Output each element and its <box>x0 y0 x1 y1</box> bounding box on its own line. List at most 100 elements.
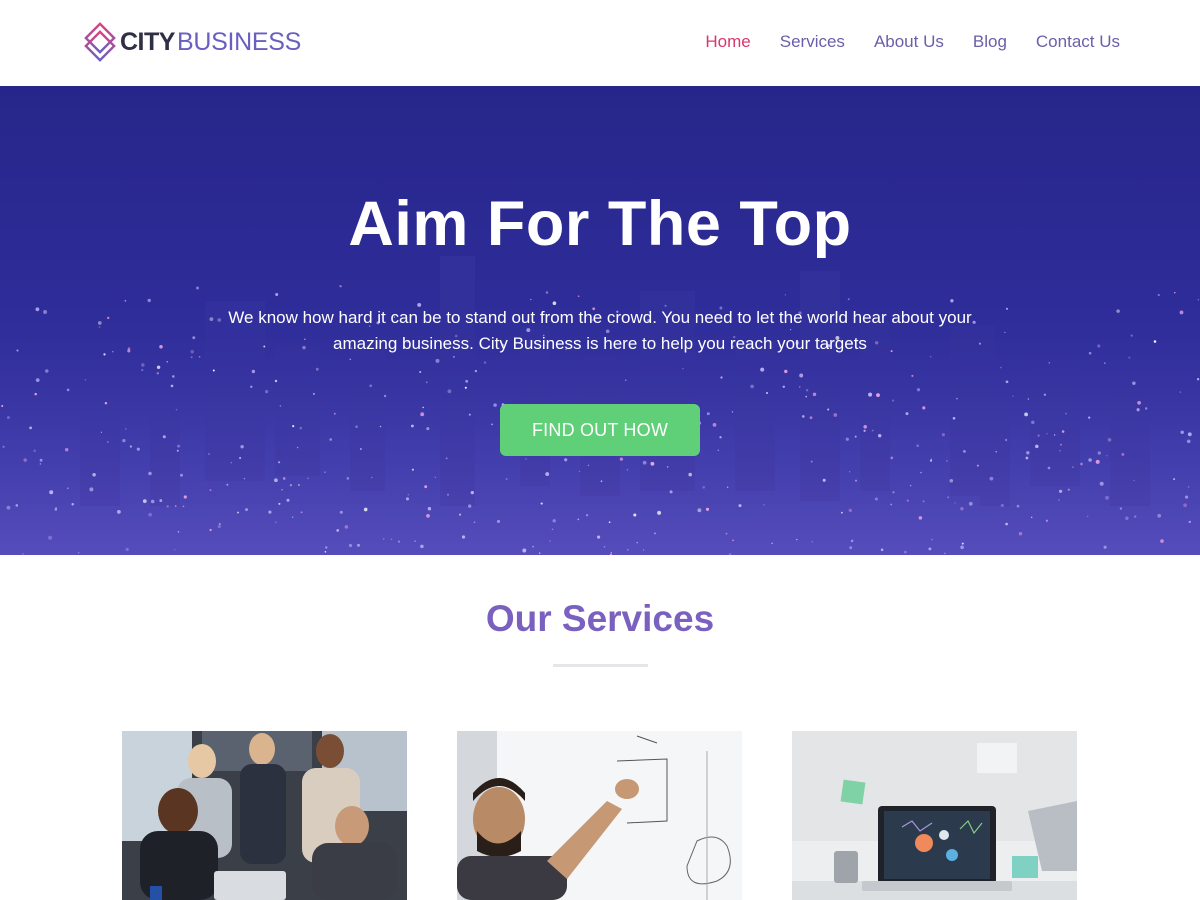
city-light <box>848 471 851 473</box>
city-light <box>447 389 452 394</box>
city-light <box>183 495 187 499</box>
city-light <box>1186 439 1191 444</box>
city-light <box>274 379 278 383</box>
city-light <box>474 369 478 373</box>
city-light <box>890 456 894 460</box>
city-light <box>688 472 693 477</box>
city-light <box>16 349 19 352</box>
city-light <box>827 408 830 411</box>
city-light <box>424 485 428 489</box>
city-light <box>1107 437 1112 442</box>
city-light <box>833 413 838 417</box>
city-light <box>150 499 155 504</box>
city-light <box>577 518 580 521</box>
service-card-team[interactable] <box>122 731 407 900</box>
city-light <box>240 445 244 449</box>
city-light <box>192 336 196 340</box>
city-light <box>106 441 109 443</box>
city-light <box>946 460 948 462</box>
city-light <box>407 494 409 496</box>
city-light <box>243 477 246 480</box>
city-light <box>491 423 493 426</box>
city-light <box>732 539 734 542</box>
city-light <box>156 365 161 369</box>
city-light <box>268 510 272 514</box>
city-light <box>174 505 177 507</box>
services-divider <box>553 664 648 667</box>
city-light <box>297 484 300 486</box>
city-light <box>468 504 472 508</box>
city-light <box>1027 398 1030 400</box>
city-light <box>564 458 568 462</box>
city-light <box>1119 507 1123 510</box>
city-light <box>1026 451 1030 455</box>
city-light <box>551 528 554 530</box>
city-light <box>871 429 874 432</box>
city-light <box>1097 451 1101 455</box>
city-light <box>657 510 662 515</box>
service-card-planning[interactable] <box>457 731 742 900</box>
city-light <box>702 486 705 489</box>
city-light <box>344 525 349 529</box>
city-light <box>329 438 333 441</box>
city-light <box>122 438 126 443</box>
nav-services[interactable]: Services <box>780 30 845 54</box>
city-light <box>190 356 193 359</box>
logo[interactable]: CITY BUSINESS <box>84 21 301 63</box>
city-light <box>136 447 140 451</box>
city-light <box>911 374 914 377</box>
city-light <box>446 493 450 496</box>
city-light <box>496 519 501 523</box>
city-light <box>1059 450 1061 452</box>
city-light <box>890 503 893 506</box>
city-light <box>35 378 40 382</box>
city-light <box>805 395 808 398</box>
city-light <box>359 447 362 451</box>
city-light <box>244 508 249 512</box>
city-light <box>212 369 215 372</box>
city-light <box>1097 344 1101 348</box>
city-light <box>1061 430 1065 433</box>
city-light <box>1025 456 1029 460</box>
city-light <box>626 469 629 471</box>
nav-blog[interactable]: Blog <box>973 30 1007 54</box>
city-light <box>420 412 425 417</box>
city-light <box>66 487 69 490</box>
city-light <box>603 545 606 548</box>
city-light <box>420 544 424 549</box>
city-light <box>805 389 809 392</box>
city-light <box>863 429 866 432</box>
city-light <box>876 393 880 397</box>
city-light <box>1105 495 1109 500</box>
city-light <box>587 464 590 467</box>
city-light <box>760 367 765 372</box>
city-light <box>968 501 973 506</box>
city-light <box>505 478 508 480</box>
city-light <box>89 487 94 492</box>
city-light <box>289 484 293 487</box>
city-light <box>103 353 106 356</box>
city-light <box>1088 458 1092 462</box>
laptop-analytics-photo <box>792 731 1077 900</box>
city-light <box>6 505 11 510</box>
nav-contact-us[interactable]: Contact Us <box>1036 30 1120 54</box>
service-card-analytics[interactable] <box>792 731 1077 900</box>
city-light <box>1132 381 1136 385</box>
city-light <box>1005 522 1008 526</box>
find-out-how-button[interactable]: FIND OUT HOW <box>500 404 700 456</box>
city-light <box>771 542 773 545</box>
city-light <box>1067 488 1070 491</box>
city-light <box>426 427 430 431</box>
nav-about-us[interactable]: About Us <box>874 30 944 54</box>
city-light <box>425 381 428 384</box>
city-light <box>545 472 550 477</box>
city-light <box>470 490 474 495</box>
city-light <box>324 550 327 553</box>
city-light <box>725 532 728 535</box>
city-light <box>483 361 487 364</box>
city-light <box>461 535 466 539</box>
city-light <box>177 530 180 533</box>
city-light <box>172 375 175 378</box>
nav-home[interactable]: Home <box>705 30 750 54</box>
city-light <box>1031 420 1035 425</box>
